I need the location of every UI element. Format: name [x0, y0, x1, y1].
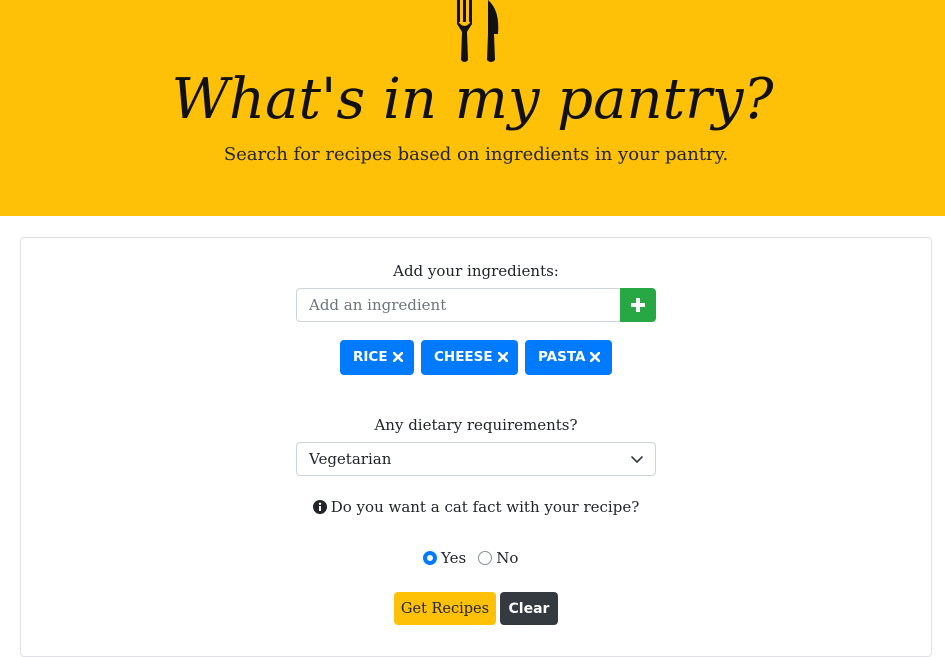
plus-icon [631, 298, 645, 312]
dietary-select[interactable]: Vegetarian [296, 442, 656, 476]
chip-label: RICE [353, 349, 388, 365]
chip-label: CHEESE [434, 349, 493, 365]
dietary-label: Any dietary requirements? [374, 416, 578, 434]
hero-banner: What's in my pantry? Search for recipes … [0, 0, 945, 216]
add-ingredient-button[interactable] [620, 288, 656, 322]
ingredient-input[interactable] [296, 288, 621, 322]
page-subtitle: Search for recipes based on ingredients … [223, 144, 729, 165]
chevron-down-icon [631, 456, 643, 463]
no-radio[interactable] [478, 551, 493, 565]
close-icon[interactable] [497, 352, 508, 362]
ingredient-chip-pasta[interactable]: PASTA [525, 340, 612, 375]
clear-button[interactable]: Clear [500, 592, 558, 625]
cat-fact-question: Do you want a cat fact with your recipe? [0, 497, 945, 517]
get-recipes-button[interactable]: Get Recipes [394, 592, 496, 625]
fork-knife-icon [457, 0, 499, 62]
dietary-selected-value: Vegetarian [309, 450, 392, 468]
ingredient-chip-cheese[interactable]: CHEESE [421, 340, 518, 375]
ingredients-label: Add your ingredients: [393, 262, 559, 280]
cat-fact-options: Yes No [423, 548, 518, 568]
info-circle-icon [312, 500, 327, 514]
ingredient-chip-rice[interactable]: RICE [340, 340, 414, 375]
chip-label: PASTA [538, 349, 586, 365]
page-title: What's in my pantry? [171, 67, 774, 132]
close-icon[interactable] [590, 352, 601, 362]
cat-fact-question-text: Do you want a cat fact with your recipe? [330, 498, 640, 516]
yes-radio[interactable] [423, 551, 437, 565]
no-radio-label[interactable]: No [496, 549, 518, 567]
yes-radio-label[interactable]: Yes [441, 549, 466, 567]
close-icon[interactable] [392, 352, 403, 362]
